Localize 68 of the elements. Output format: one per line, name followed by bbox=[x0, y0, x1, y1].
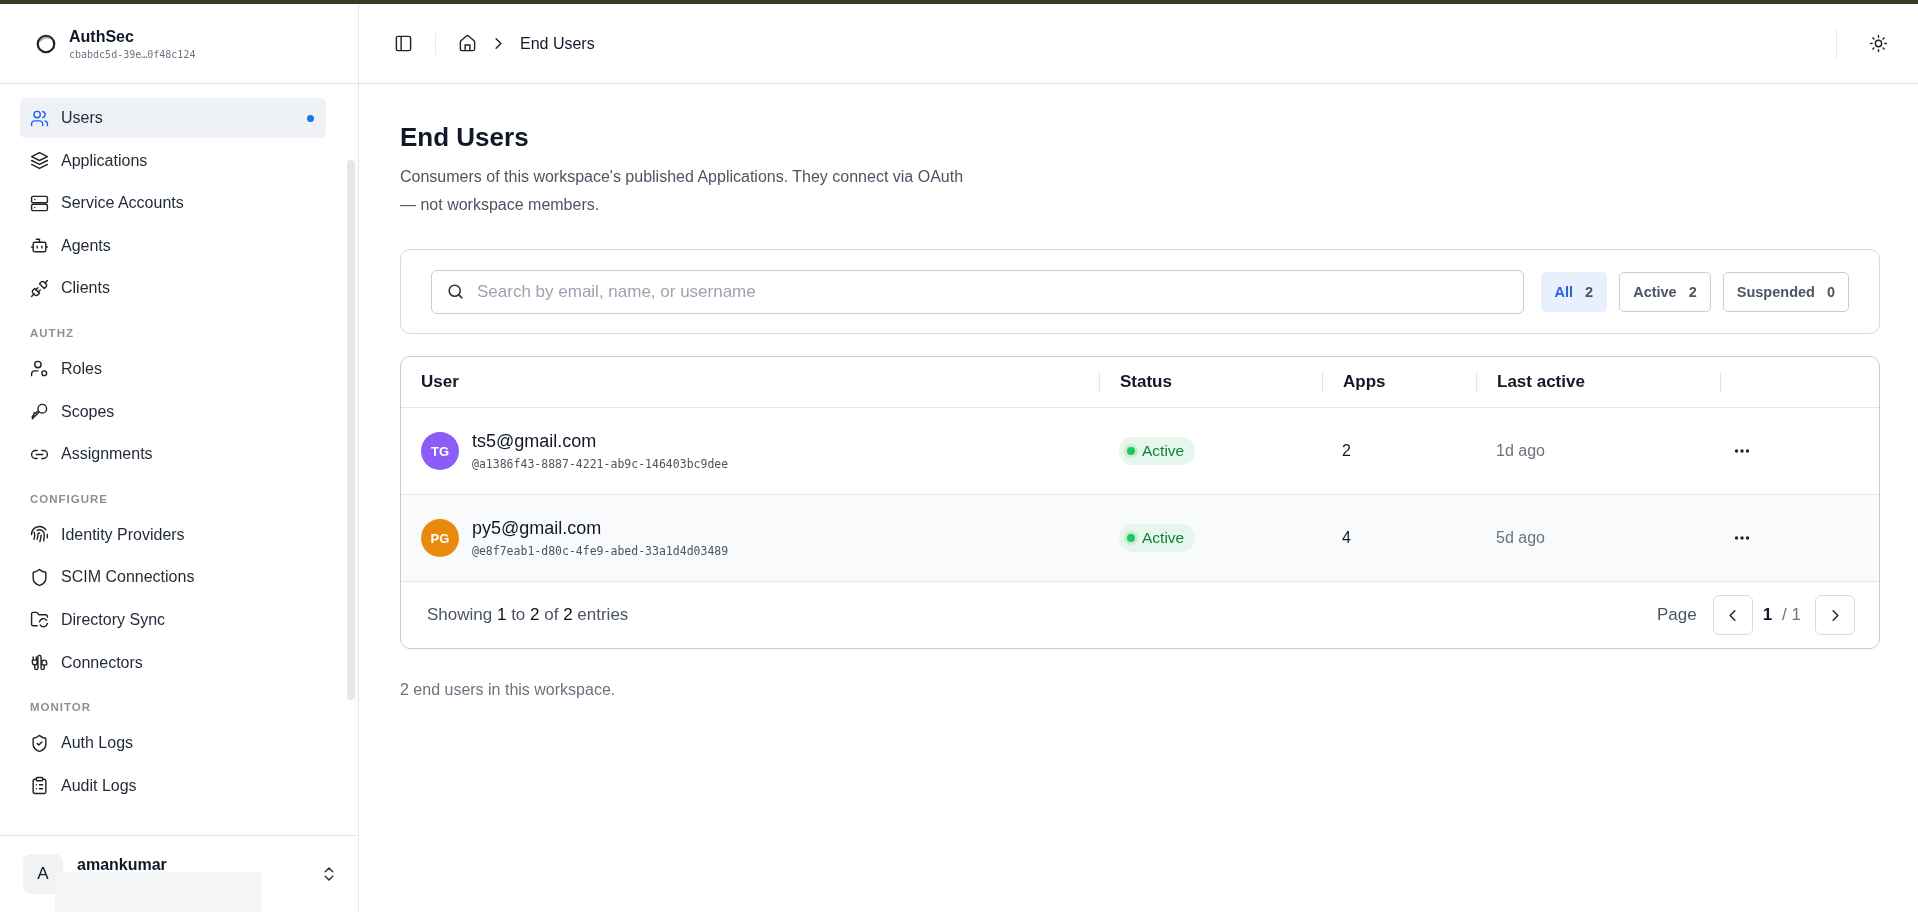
apps-count: 4 bbox=[1341, 529, 1352, 547]
entries-summary: Showing 1 to 2 of 2 entries bbox=[427, 605, 630, 625]
sidebar-item[interactable]: Users bbox=[20, 98, 326, 138]
scrollbar-thumb[interactable] bbox=[347, 160, 355, 700]
user-username: @e8f7eab1-d80c-4fe9-abed-33a1d4d03489 bbox=[472, 544, 729, 558]
sidebar-item[interactable]: Service Accounts bbox=[20, 183, 326, 224]
sidebar-item[interactable]: Roles bbox=[20, 348, 326, 389]
total-pages: / 1 bbox=[1782, 605, 1801, 625]
folder-sync-icon bbox=[30, 610, 49, 630]
section-label: CONFIGURE bbox=[29, 491, 109, 507]
breadcrumb-current: End Users bbox=[520, 34, 595, 52]
sidebar-item[interactable]: Clients bbox=[20, 268, 326, 309]
shield-icon bbox=[30, 567, 49, 587]
sidebar-item[interactable]: Scopes bbox=[20, 391, 326, 432]
layers-icon bbox=[30, 151, 49, 171]
section-label: AUTHZ bbox=[29, 325, 75, 341]
workspace-name: AuthSec bbox=[69, 27, 135, 46]
sidebar-item[interactable]: Audit Logs bbox=[20, 765, 326, 806]
sidebar-item[interactable]: Directory Sync bbox=[20, 599, 326, 640]
section-label: MONITOR bbox=[29, 700, 93, 716]
apps-count: 2 bbox=[1341, 442, 1352, 460]
user-email: ts5@gmail.com bbox=[472, 431, 598, 452]
sidebar-toggle-icon[interactable] bbox=[394, 34, 413, 53]
robot-icon bbox=[30, 236, 49, 256]
active-dot bbox=[307, 114, 314, 122]
users-icon bbox=[30, 108, 49, 128]
sidebar-item[interactable]: SCIM Connections bbox=[20, 557, 326, 598]
last-active: 1d ago bbox=[1495, 442, 1546, 460]
sidebar-item[interactable]: Connectors bbox=[20, 642, 326, 683]
column-header: Status bbox=[1099, 372, 1322, 392]
user-avatar: TG bbox=[421, 432, 459, 470]
column-header: User bbox=[420, 372, 460, 392]
sun-icon[interactable] bbox=[1869, 34, 1888, 53]
page-description: Consumers of this workspace's published Applications. They connect via OAuth — not workspace members. bbox=[400, 167, 965, 215]
last-active: 5d ago bbox=[1495, 529, 1546, 547]
fingerprint-icon bbox=[30, 525, 49, 545]
plug-icon bbox=[30, 278, 49, 298]
page-title: End Users bbox=[400, 122, 530, 153]
search-icon bbox=[446, 281, 465, 301]
filter-tab[interactable]: All 2 bbox=[1540, 271, 1608, 312]
sidebar-item[interactable]: Applications bbox=[20, 140, 326, 181]
current-page: 1 bbox=[1762, 605, 1773, 625]
column-header: Last active bbox=[1476, 372, 1720, 392]
home-icon[interactable] bbox=[458, 34, 477, 53]
filter-tab[interactable]: Active 2 bbox=[1619, 271, 1711, 312]
user-email: py5@gmail.com bbox=[472, 518, 603, 539]
page-label: Page bbox=[1656, 605, 1697, 625]
workspace-id: cbabdc5d-39e…0f48c124 bbox=[69, 48, 196, 60]
sidebar-item[interactable]: Auth Logs bbox=[20, 723, 326, 764]
filter-tab[interactable]: Suspended 0 bbox=[1722, 271, 1849, 312]
user-avatar: PG bbox=[421, 519, 459, 557]
account-name: amankumar bbox=[77, 856, 168, 874]
status-badge: Active bbox=[1119, 437, 1196, 465]
column-header: Apps bbox=[1322, 372, 1476, 392]
sidebar-item[interactable]: Identity Providers bbox=[20, 514, 326, 555]
shield-check-icon bbox=[30, 733, 49, 753]
ring-logo-icon bbox=[35, 32, 57, 55]
sidebar-item[interactable]: Assignments bbox=[20, 434, 326, 475]
search-field[interactable]: Search by email, name, or username bbox=[431, 269, 1524, 314]
sidebar-item[interactable]: Agents bbox=[20, 225, 326, 266]
workspace-summary: 2 end users in this workspace. bbox=[400, 681, 617, 699]
server-icon bbox=[30, 193, 49, 213]
user-gear-icon bbox=[30, 359, 49, 379]
cable-icon bbox=[30, 653, 49, 673]
key-icon bbox=[30, 402, 49, 422]
status-badge: Active bbox=[1119, 524, 1196, 552]
user-username: @a1386f43-8887-4221-ab9c-146403bc9dee bbox=[472, 457, 729, 471]
clipboard-list-icon bbox=[30, 776, 49, 796]
